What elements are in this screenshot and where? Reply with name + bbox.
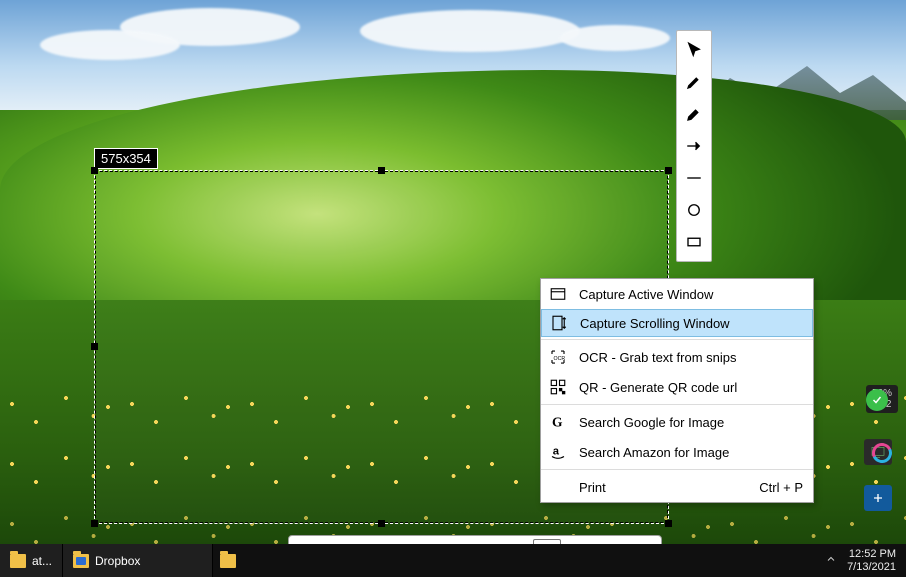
menu-item-label: Capture Scrolling Window (580, 316, 802, 331)
menu-search-google[interactable]: G Search Google for Image (541, 407, 813, 437)
menu-search-amazon[interactable]: a Search Amazon for Image (541, 437, 813, 467)
resize-handle-bottom-right[interactable] (665, 520, 672, 527)
tray-clock[interactable]: 12:52 PM 7/13/2021 (847, 548, 896, 574)
menu-item-shortcut: Ctrl + P (759, 480, 803, 495)
window-icon (547, 285, 569, 303)
taskbar-app-thumb[interactable] (213, 554, 243, 568)
menu-item-label: OCR - Grab text from snips (579, 350, 803, 365)
ellipse-tool-button[interactable] (679, 194, 709, 226)
menu-item-label: Capture Active Window (579, 287, 803, 302)
menu-qr[interactable]: QR - Generate QR code url (541, 372, 813, 402)
line-tool-button[interactable] (679, 162, 709, 194)
qr-icon (547, 378, 569, 396)
menu-item-label: QR - Generate QR code url (579, 380, 803, 395)
clock-date: 7/13/2021 (847, 561, 896, 574)
tray-overflow-button[interactable] (825, 553, 837, 568)
status-ok-widget[interactable] (866, 389, 888, 411)
menu-separator (541, 339, 813, 340)
menu-ocr[interactable]: OCR OCR - Grab text from snips (541, 342, 813, 372)
menu-item-label: Print (579, 480, 749, 495)
add-desktop-button[interactable] (864, 485, 892, 511)
system-tray: 12:52 PM 7/13/2021 (815, 548, 906, 574)
pen-tool-button[interactable] (679, 66, 709, 98)
resize-handle-bottom-left[interactable] (91, 520, 98, 527)
folder-icon (10, 554, 26, 568)
folder-icon (220, 554, 236, 568)
resize-handle-top-right[interactable] (665, 167, 672, 174)
ocr-icon: OCR (547, 348, 569, 366)
resize-handle-bottom-mid[interactable] (378, 520, 385, 527)
cursor-tool-button[interactable] (679, 34, 709, 66)
annotation-toolbar (676, 30, 712, 262)
taskbar-app-label: at... (32, 554, 52, 568)
svg-text:a: a (553, 445, 560, 457)
menu-print[interactable]: Print Ctrl + P (541, 472, 813, 502)
taskbar: at... Dropbox 12:52 PM 7/13/2021 (0, 544, 906, 577)
scroll-window-icon (548, 314, 570, 332)
taskbar-app-explorer[interactable]: at... (0, 544, 63, 577)
amazon-icon: a (547, 443, 569, 461)
highlighter-tool-button[interactable] (679, 98, 709, 130)
menu-capture-scrolling-window[interactable]: Capture Scrolling Window (541, 309, 813, 337)
dropbox-folder-icon (73, 554, 89, 568)
menu-item-label: Search Amazon for Image (579, 445, 803, 460)
capture-context-menu: Capture Active Window Capture Scrolling … (540, 278, 814, 503)
menu-capture-active-window[interactable]: Capture Active Window (541, 279, 813, 309)
google-icon: G (547, 413, 569, 431)
menu-separator (541, 404, 813, 405)
menu-item-label: Search Google for Image (579, 415, 803, 430)
selection-dimensions-label: 575x354 (94, 148, 158, 169)
rectangle-tool-button[interactable] (679, 226, 709, 258)
resize-handle-top-left[interactable] (91, 167, 98, 174)
svg-text:G: G (552, 415, 563, 430)
resize-handle-top-mid[interactable] (378, 167, 385, 174)
arrow-tool-button[interactable] (679, 130, 709, 162)
svg-text:OCR: OCR (554, 356, 566, 362)
resize-handle-mid-left[interactable] (91, 343, 98, 350)
taskbar-app-label: Dropbox (95, 554, 140, 568)
clock-time: 12:52 PM (849, 548, 896, 561)
menu-separator (541, 469, 813, 470)
taskbar-app-dropbox[interactable]: Dropbox (63, 544, 213, 577)
